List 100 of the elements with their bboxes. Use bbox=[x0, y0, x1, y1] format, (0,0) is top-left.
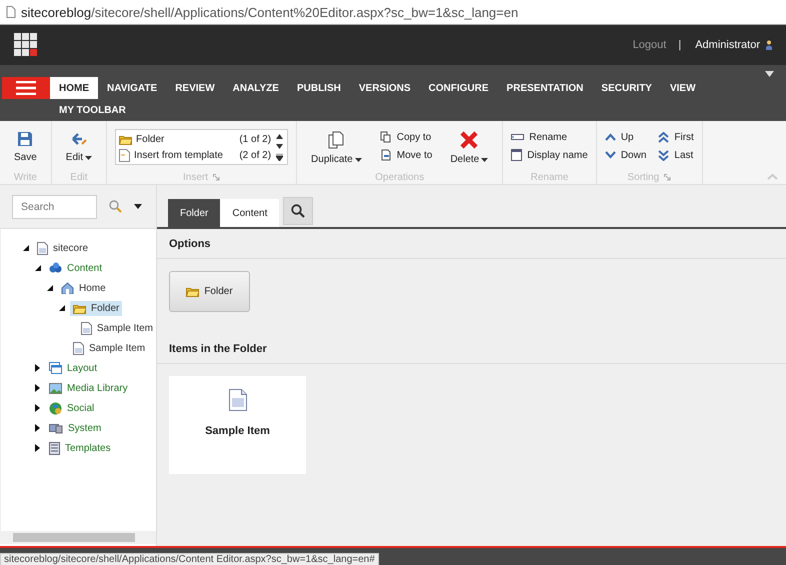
ribbon-button[interactable]: Up bbox=[604, 130, 646, 144]
ribbon-button[interactable]: Rename bbox=[511, 130, 588, 144]
ribbon-tab[interactable]: MY TOOLBAR bbox=[50, 99, 135, 121]
save-icon bbox=[17, 131, 34, 147]
caret-icon[interactable] bbox=[765, 71, 774, 77]
tree-item[interactable]: Folder bbox=[70, 300, 122, 316]
copy-icon bbox=[380, 131, 392, 143]
tree-item[interactable]: Layout bbox=[46, 360, 100, 376]
folder-icon bbox=[119, 134, 132, 144]
ribbon-tab[interactable]: NAVIGATE bbox=[98, 77, 166, 99]
logout-link[interactable]: Logout bbox=[632, 39, 666, 51]
group-label: Write bbox=[14, 172, 37, 182]
ribbon-button[interactable]: Edit bbox=[60, 127, 98, 163]
ribbon-tab[interactable]: CONFIGURE bbox=[420, 77, 498, 99]
ribbon-button[interactable]: Delete bbox=[444, 127, 494, 165]
collapse-arrow-icon[interactable] bbox=[23, 245, 29, 251]
delete-icon bbox=[460, 131, 478, 149]
globe-icon bbox=[49, 402, 62, 414]
address-url[interactable]: sitecoreblog/sitecore/shell/Applications/Content%20Editor.aspx?sc_bw=1&sc_lang=en bbox=[21, 4, 518, 20]
collapse-arrow-icon[interactable] bbox=[47, 285, 53, 291]
option-count: (1 of 2) bbox=[239, 134, 272, 144]
app-grid-icon[interactable] bbox=[14, 33, 38, 57]
folder-button[interactable]: Folder bbox=[169, 271, 250, 312]
ribbon-button[interactable]: Down bbox=[604, 148, 646, 162]
search-icon[interactable] bbox=[291, 204, 306, 218]
section-title: Options bbox=[157, 229, 786, 259]
image-icon bbox=[49, 382, 62, 394]
ribbon-tab[interactable]: HOME bbox=[50, 77, 98, 99]
list-icon bbox=[49, 442, 60, 454]
ribbon-tab[interactable]: VIEW bbox=[660, 77, 705, 99]
template-icon bbox=[119, 148, 130, 162]
status-url: sitecoreblog/sitecore/shell/Applications/Content Editor.aspx?sc_bw=1&sc_lang=en# bbox=[0, 553, 379, 565]
collapse-arrow-icon[interactable] bbox=[59, 305, 65, 311]
insert-option[interactable]: Insert from template bbox=[134, 150, 236, 160]
tree-item[interactable]: Sample Item bbox=[78, 320, 156, 336]
menu-button[interactable] bbox=[2, 77, 50, 99]
tree-item[interactable]: Content bbox=[46, 260, 106, 276]
folder-icon bbox=[73, 302, 86, 314]
ribbon-tab[interactable]: REVIEW bbox=[166, 77, 224, 99]
expand-arrow-icon[interactable] bbox=[35, 384, 40, 392]
option-count: (2 of 2) bbox=[239, 150, 272, 160]
expand-icon[interactable] bbox=[276, 154, 284, 160]
editor-tab[interactable]: Folder bbox=[168, 199, 220, 227]
document-icon bbox=[80, 322, 92, 334]
group-label: Operations bbox=[375, 172, 424, 182]
content-icon bbox=[49, 262, 62, 274]
item-card[interactable]: Sample Item bbox=[169, 376, 306, 474]
page-icon bbox=[6, 6, 16, 18]
ribbon-tab[interactable]: PRESENTATION bbox=[498, 77, 592, 99]
expand-arrow-icon[interactable] bbox=[35, 364, 40, 372]
ribbon-button[interactable]: First bbox=[658, 130, 694, 144]
horizontal-scrollbar[interactable] bbox=[0, 531, 156, 544]
ribbon-tab[interactable]: ANALYZE bbox=[224, 77, 288, 99]
edit-icon bbox=[70, 131, 87, 147]
double-up-icon bbox=[658, 132, 670, 142]
tree-item[interactable]: System bbox=[46, 420, 104, 436]
ribbon-button[interactable]: Copy to bbox=[380, 130, 432, 144]
group-label: Edit bbox=[70, 172, 88, 182]
system-icon bbox=[49, 422, 63, 434]
group-label: Rename bbox=[530, 172, 568, 182]
ribbon-button[interactable]: Display name bbox=[511, 148, 588, 162]
double-down-icon bbox=[658, 150, 670, 160]
tree-item[interactable]: sitecore bbox=[34, 240, 92, 256]
ribbon-tab[interactable]: PUBLISH bbox=[288, 77, 350, 99]
collapse-arrow-icon[interactable] bbox=[35, 265, 41, 271]
ribbon-button[interactable]: Move to bbox=[380, 148, 432, 162]
tree-item[interactable]: Templates bbox=[46, 440, 114, 456]
card-title: Sample Item bbox=[205, 425, 270, 437]
caret-icon[interactable] bbox=[134, 204, 142, 209]
caret-icon bbox=[481, 158, 488, 162]
expand-arrow-icon[interactable] bbox=[35, 404, 40, 412]
scroll-up-icon[interactable] bbox=[276, 134, 284, 138]
copy-icon bbox=[327, 131, 346, 149]
editor-tab[interactable]: Content bbox=[220, 199, 280, 227]
down-icon bbox=[604, 151, 616, 159]
ribbon-button[interactable]: Save bbox=[8, 127, 43, 163]
insert-option[interactable]: Folder bbox=[136, 134, 236, 144]
separator: | bbox=[678, 39, 682, 51]
document-icon bbox=[37, 242, 48, 254]
search-field[interactable]: Search bbox=[12, 194, 97, 218]
tree-item[interactable]: Social bbox=[46, 400, 98, 416]
window-icon bbox=[511, 149, 522, 161]
ribbon-tab[interactable]: VERSIONS bbox=[350, 77, 420, 99]
insert-gallery[interactable]: Folder (1 of 2) Insert from template (2 of 2) bbox=[115, 129, 288, 165]
user-name[interactable]: Administrator bbox=[695, 39, 760, 51]
ribbon-button[interactable]: Duplicate bbox=[305, 127, 368, 165]
tree-item[interactable]: Media Library bbox=[46, 380, 131, 396]
document-icon bbox=[73, 342, 84, 354]
expand-arrow-icon[interactable] bbox=[35, 444, 40, 452]
ribbon-tab[interactable]: SECURITY bbox=[592, 77, 661, 99]
ribbon-button[interactable]: Last bbox=[658, 148, 694, 162]
group-label: Insert bbox=[183, 172, 208, 182]
scroll-down-icon[interactable] bbox=[276, 144, 284, 148]
search-button[interactable] bbox=[283, 197, 314, 225]
tree-item[interactable]: Sample Item bbox=[70, 340, 148, 356]
document-icon bbox=[228, 389, 246, 411]
expand-arrow-icon[interactable] bbox=[35, 424, 40, 432]
layout-icon bbox=[49, 362, 62, 374]
menu-icon[interactable] bbox=[16, 81, 36, 95]
tree-item[interactable]: Home bbox=[58, 280, 109, 296]
